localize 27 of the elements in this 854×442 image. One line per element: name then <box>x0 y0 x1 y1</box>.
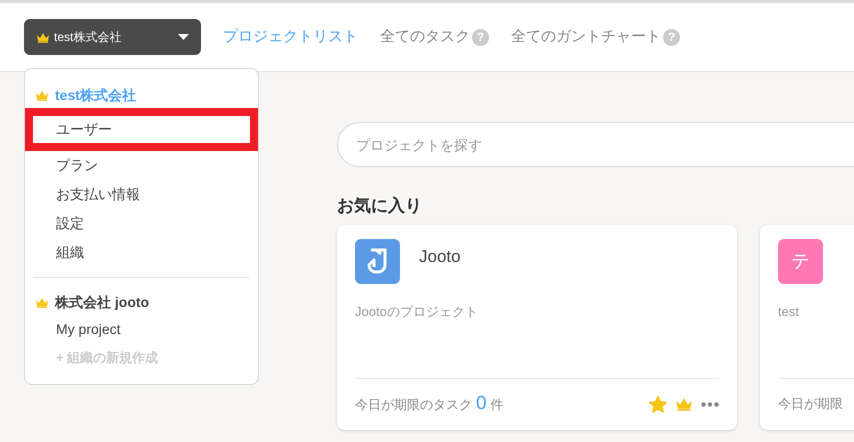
star-icon[interactable] <box>649 396 667 412</box>
organization-dropdown[interactable]: test株式会社 <box>24 19 201 55</box>
project-card[interactable]: Jooto Jootoのプロジェクト 今日が期限のタスク 0 件 <box>337 224 737 430</box>
project-description: Jootoのプロジェクト <box>355 302 479 320</box>
nav-link[interactable]: 全てのタスク <box>380 26 470 48</box>
search-field[interactable]: プロジェクトを探す <box>337 122 854 167</box>
menu-item[interactable]: プラン <box>33 151 250 180</box>
menu-item[interactable]: 組織 <box>33 238 250 267</box>
menu-item[interactable]: 設定 <box>33 209 250 238</box>
menu-item[interactable]: ユーザー <box>33 116 250 143</box>
nav-link[interactable]: 全てのガントチャート <box>511 26 661 48</box>
crown-icon <box>35 297 49 308</box>
crown-icon <box>36 32 50 42</box>
due-tasks-text: 今日が期限 <box>778 395 843 414</box>
project-avatar: テ <box>778 238 823 284</box>
organization-name: test株式会社 <box>55 86 136 105</box>
project-card[interactable]: テ test 今日が期限 <box>760 224 854 430</box>
caret-icon <box>178 34 189 40</box>
project-title: Jooto <box>419 246 461 268</box>
project-description: test <box>778 302 800 320</box>
section-title: お気に入り <box>337 195 423 217</box>
due-tasks-text: 今日が期限のタスク 0 件 <box>355 392 504 416</box>
menu-item[interactable]: My project <box>33 315 250 344</box>
more-icon[interactable] <box>701 402 719 406</box>
menu-item[interactable]: お支払い情報 <box>33 180 250 209</box>
organization-name: 株式会社 jooto <box>55 293 150 312</box>
crown-icon <box>35 90 49 101</box>
